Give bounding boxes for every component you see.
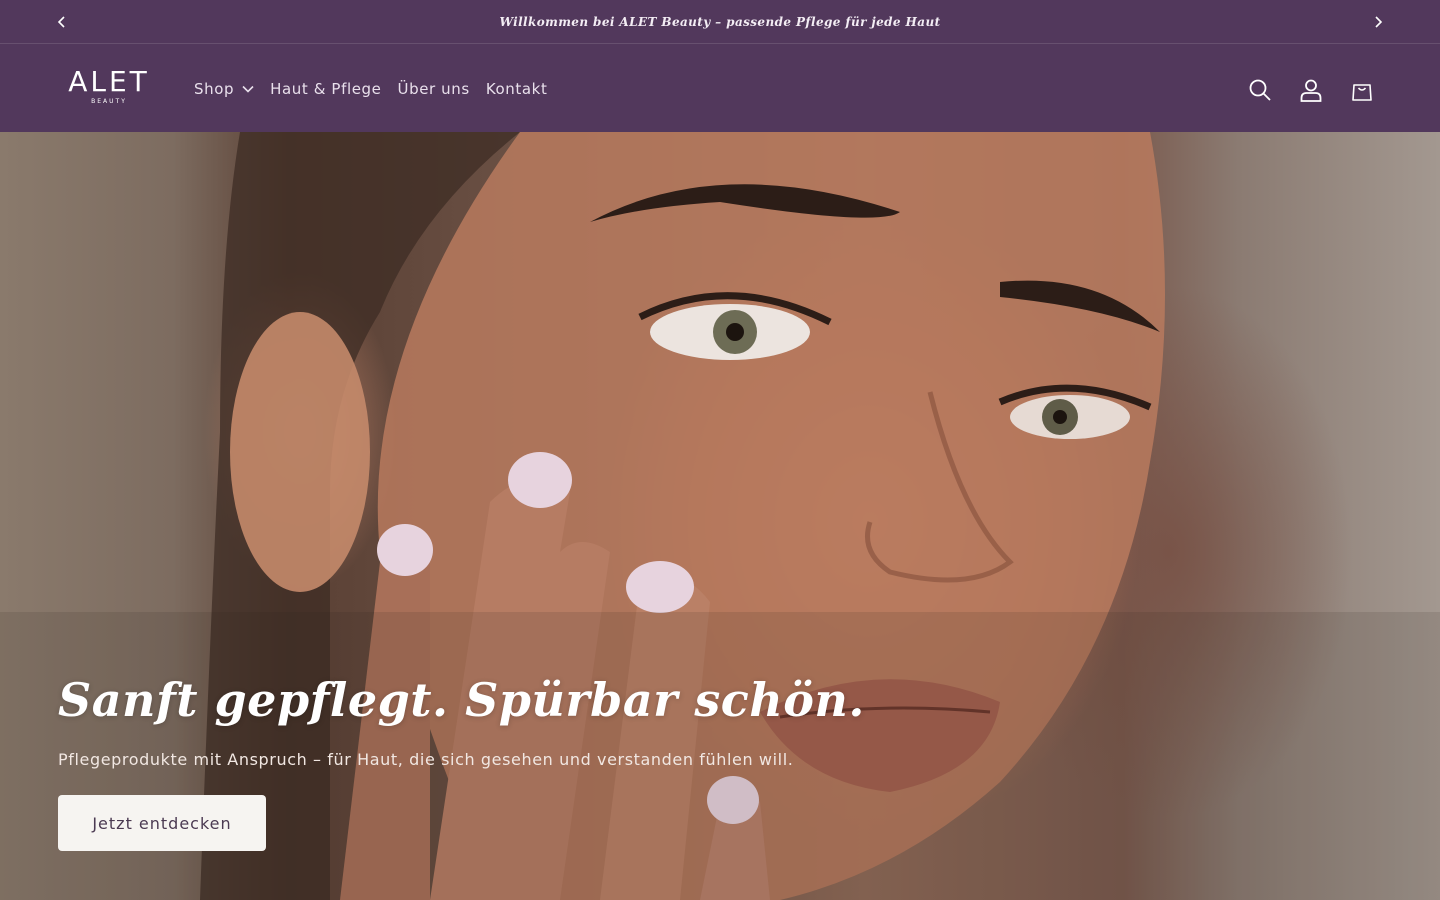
logo-subtitle: BEAUTY (91, 98, 127, 105)
announcement-next-button[interactable] (1368, 12, 1388, 32)
announcement-message: Willkommen bei ALET Beauty – passende Pf… (499, 14, 941, 29)
hero-banner: Sanft gepflegt. Spürbar schön. Pflegepro… (0, 132, 1440, 900)
nav-item-haut-pflege[interactable]: Haut & Pflege (262, 76, 389, 102)
main-nav: Shop Haut & Pflege Über uns Kontakt (186, 76, 555, 102)
chevron-down-icon (242, 85, 254, 93)
cart-button[interactable] (1346, 74, 1378, 106)
nav-item-label: Kontakt (485, 80, 548, 98)
logo-wordmark: ALET (68, 65, 150, 98)
announcement-bar: Willkommen bei ALET Beauty – passende Pf… (0, 0, 1440, 44)
nav-item-label: Haut & Pflege (270, 80, 382, 98)
site-header: ALET BEAUTY Shop Haut & Pflege Über uns … (0, 45, 1440, 132)
header-icons (1244, 74, 1378, 106)
account-button[interactable] (1295, 74, 1327, 106)
chevron-right-icon (1375, 16, 1383, 28)
nav-item-label: Shop (194, 80, 235, 98)
nav-item-kontakt[interactable]: Kontakt (478, 76, 556, 102)
announcement-prev-button[interactable] (52, 12, 72, 32)
nav-item-label: Über uns (397, 80, 470, 98)
account-icon (1300, 79, 1322, 102)
nav-item-shop[interactable]: Shop (186, 76, 262, 102)
hero-title: Sanft gepflegt. Spürbar schön. (58, 673, 865, 727)
hero-content: Sanft gepflegt. Spürbar schön. Pflegepro… (58, 670, 865, 851)
logo[interactable]: ALET BEAUTY (64, 67, 154, 107)
nav-item-ueber-uns[interactable]: Über uns (390, 76, 478, 102)
chevron-left-icon (57, 16, 65, 28)
explore-button[interactable]: Jetzt entdecken (58, 795, 266, 851)
search-icon (1249, 79, 1271, 101)
cart-icon (1352, 84, 1372, 101)
search-button[interactable] (1244, 74, 1276, 106)
hero-subtitle: Pflegeprodukte mit Anspruch – für Haut, … (58, 750, 794, 769)
